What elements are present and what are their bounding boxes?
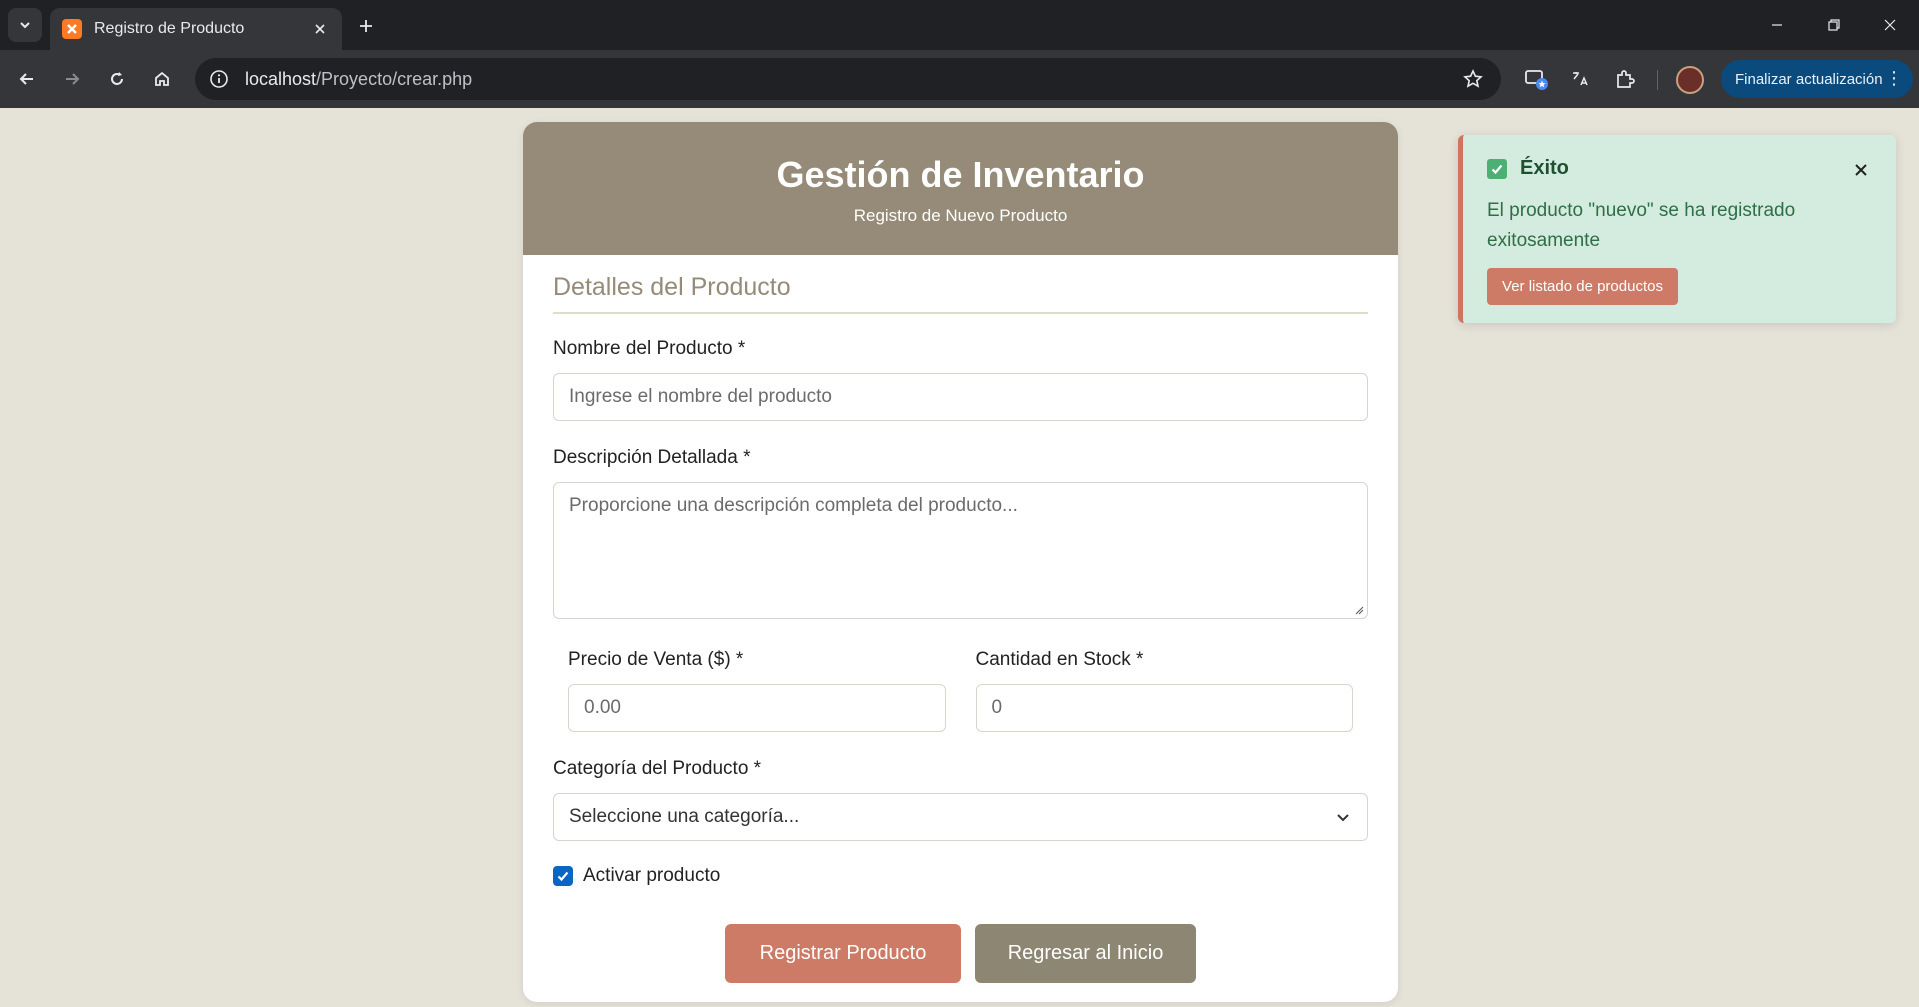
- product-name-placeholder: Ingrese el nombre del producto: [569, 386, 832, 407]
- back-arrow-icon[interactable]: [10, 62, 44, 96]
- url-host: localhost: [245, 68, 317, 89]
- description-textarea[interactable]: Proporcione una descripción completa del…: [553, 482, 1368, 619]
- more-menu-icon[interactable]: ⋮: [1885, 68, 1903, 89]
- restore-icon[interactable]: [1814, 10, 1854, 40]
- price-stock-row: Precio de Venta ($) * 0.00 Cantidad en S…: [553, 623, 1368, 732]
- success-toast: Éxito El producto "nuevo" se ha registra…: [1458, 135, 1896, 323]
- product-name-label: Nombre del Producto *: [553, 338, 746, 359]
- page-subtitle: Registro de Nuevo Producto: [853, 206, 1068, 225]
- toast-header: Éxito: [1487, 157, 1872, 180]
- site-info-icon[interactable]: [207, 67, 231, 91]
- price-label: Precio de Venta ($) *: [568, 649, 744, 670]
- active-product-label: Activar producto: [583, 865, 721, 886]
- view-products-button[interactable]: Ver listado de productos: [1487, 268, 1678, 305]
- description-placeholder: Proporcione una descripción completa del…: [569, 495, 1018, 516]
- url-text: localhost/Proyecto/crear.php: [245, 69, 472, 90]
- reload-icon[interactable]: [100, 62, 134, 96]
- back-home-button[interactable]: Regresar al Inicio: [975, 924, 1196, 983]
- profile-avatar[interactable]: [1676, 66, 1704, 94]
- check-square-icon: [1487, 158, 1507, 179]
- chevron-down-icon: [20, 22, 30, 29]
- active-product-checkbox[interactable]: [553, 866, 573, 886]
- browser-tab-strip: Registro de Producto: [0, 0, 1919, 50]
- tab-close-icon[interactable]: [310, 19, 330, 39]
- address-bar[interactable]: localhost/Proyecto/crear.php: [195, 58, 1501, 100]
- tab-title: Registro de Producto: [94, 20, 245, 37]
- checkmark-icon: [557, 871, 569, 882]
- toolbar-divider: [1657, 70, 1658, 90]
- finish-update-label: Finalizar actualización: [1735, 70, 1883, 88]
- category-select[interactable]: Seleccione una categoría...: [553, 793, 1368, 841]
- forward-arrow-icon[interactable]: [55, 62, 89, 96]
- bookmark-star-icon[interactable]: [1461, 67, 1485, 91]
- category-label: Categoría del Producto *: [553, 758, 762, 779]
- description-label: Descripción Detallada *: [553, 447, 751, 468]
- price-field: Precio de Venta ($) * 0.00: [568, 623, 946, 732]
- toast-message: El producto "nuevo" se ha registrado exi…: [1487, 200, 1796, 251]
- new-tab-plus-icon[interactable]: [352, 12, 380, 40]
- toast-title: Éxito: [1520, 157, 1569, 179]
- tab-search-button[interactable]: [8, 8, 42, 42]
- active-product-row: Activar producto: [553, 865, 1368, 887]
- stock-input[interactable]: 0: [975, 684, 1353, 732]
- resize-grip-icon[interactable]: [1354, 605, 1364, 615]
- category-selected-value: Seleccione una categoría...: [569, 806, 800, 827]
- extensions-puzzle-icon[interactable]: [1610, 64, 1640, 94]
- price-input[interactable]: 0.00: [568, 684, 946, 732]
- home-icon[interactable]: [145, 62, 179, 96]
- close-icon[interactable]: [1852, 161, 1870, 179]
- form-actions: Registrar Producto Regresar al Inicio: [553, 924, 1368, 983]
- price-placeholder: 0.00: [584, 697, 621, 718]
- tab-sharing-icon[interactable]: [1521, 64, 1551, 94]
- browser-toolbar: localhost/Proyecto/crear.php Finalizar a…: [0, 50, 1919, 108]
- product-form-card: Gestión de Inventario Registro de Nuevo …: [523, 122, 1398, 1002]
- browser-tab-active[interactable]: Registro de Producto: [50, 8, 342, 50]
- finish-update-button[interactable]: Finalizar actualización ⋮: [1721, 60, 1913, 98]
- page-title: Gestión de Inventario: [776, 154, 1145, 195]
- section-title: Detalles del Producto: [553, 273, 1368, 314]
- stock-field: Cantidad en Stock * 0: [975, 623, 1353, 732]
- url-path: /Proyecto/crear.php: [316, 68, 473, 89]
- translate-icon[interactable]: [1565, 64, 1595, 94]
- chevron-down-icon: [1337, 814, 1349, 822]
- register-product-button[interactable]: Registrar Producto: [725, 924, 961, 983]
- window-close-icon[interactable]: [1870, 10, 1910, 40]
- card-header: Gestión de Inventario Registro de Nuevo …: [523, 122, 1398, 255]
- product-name-input[interactable]: Ingrese el nombre del producto: [553, 373, 1368, 421]
- minimize-icon[interactable]: [1757, 10, 1797, 40]
- stock-label: Cantidad en Stock *: [975, 649, 1144, 670]
- xampp-favicon-icon: [62, 19, 82, 39]
- form-body: Detalles del Producto Nombre del Product…: [523, 255, 1398, 983]
- stock-placeholder: 0: [991, 697, 1003, 718]
